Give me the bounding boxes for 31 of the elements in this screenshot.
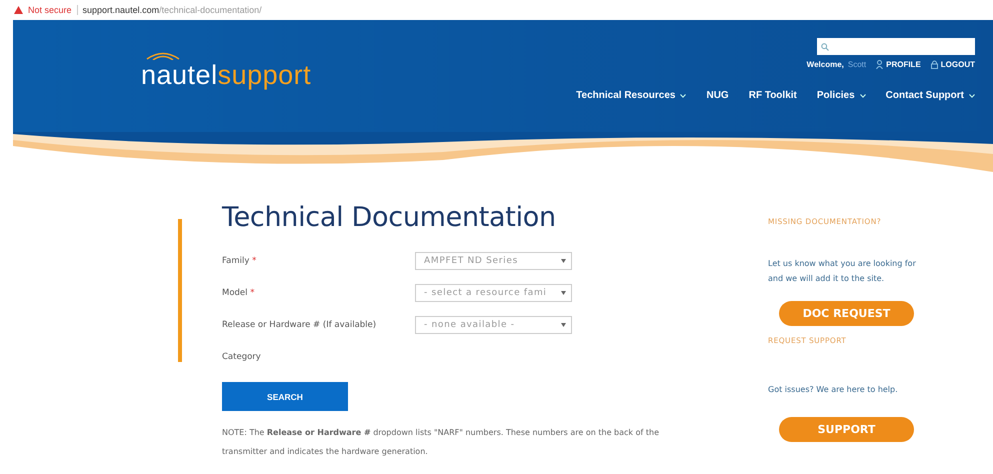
header-link[interactable]: PROFILE [886,60,921,69]
search-button[interactable]: SEARCH [222,382,348,411]
page-title: Technical Documentation [222,202,557,233]
note-text: NOTE: The Release or Hardware # dropdown lists "NARF" numbers. These numbers are on the back of the transmitter and indicates the hardware generation. [222,427,660,458]
nav-item[interactable]: Contact Support [886,90,975,101]
sidebar-text: Let us know what you are looking for and we will add it to the site. [768,258,917,285]
field-label: Category [222,352,262,362]
dropdown-arrow-icon [561,323,566,327]
nav-item[interactable]: NUG [706,90,729,101]
search-icon [821,42,829,50]
nav-item[interactable]: Technical Resources [576,90,686,101]
user-name: Scott [848,60,866,69]
field-label: Family * [222,256,258,266]
welcome-text: Welcome, [806,60,844,69]
field-label: Model * [222,288,256,298]
field-label: Release or Hardware # (If available) [222,320,378,330]
header-link[interactable]: LOGOUT [940,60,975,69]
chevron-icon [680,94,686,98]
security-label: Not secure [28,5,72,15]
search-field[interactable] [817,38,975,55]
dropdown-arrow-icon [561,259,566,263]
nav-item[interactable]: Policies [816,90,866,101]
chevron-icon [860,94,866,98]
chevron-icon [969,94,975,98]
nav-item[interactable]: RF Toolkit [748,90,797,101]
warning-icon [14,6,23,14]
url-host[interactable]: support.nautel.com [82,5,160,15]
sidebar-text: Got issues? We are here to help. [768,384,899,396]
lock-icon [930,60,938,69]
person-icon [876,60,884,69]
dropdown-arrow-icon [561,291,566,295]
